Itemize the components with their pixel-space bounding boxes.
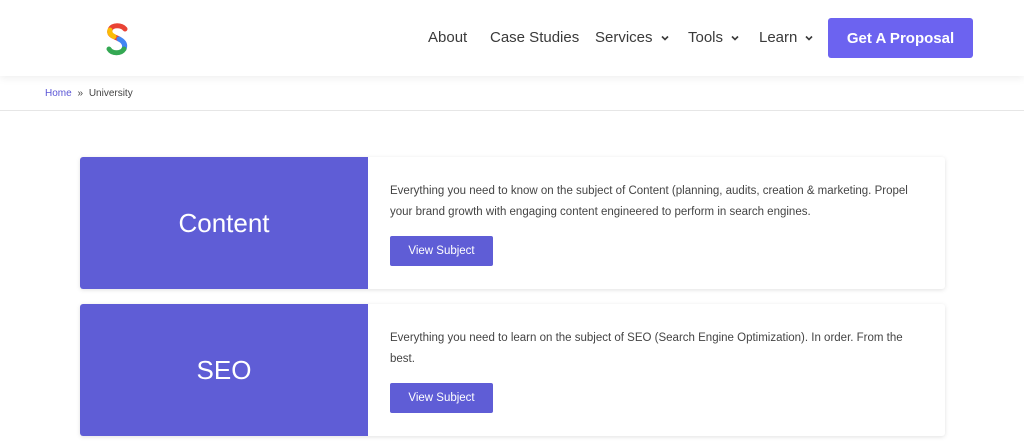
subject-card-banner: SEO bbox=[80, 304, 368, 436]
nav-case-studies[interactable]: Case Studies bbox=[490, 29, 579, 46]
chevron-down-icon bbox=[660, 35, 669, 41]
subject-card-content: Content Everything you need to know on t… bbox=[80, 157, 945, 289]
nav-about-label: About bbox=[428, 29, 468, 46]
chevron-down-icon bbox=[805, 35, 813, 41]
breadcrumb: Home » University bbox=[45, 88, 133, 99]
breadcrumb-bar: Home » University bbox=[0, 76, 1024, 111]
nav-services[interactable]: Services bbox=[595, 29, 670, 46]
subject-card-seo: SEO Everything you need to learn on the … bbox=[80, 304, 945, 436]
nav-services-label: Services bbox=[595, 29, 653, 46]
subject-card-banner: Content bbox=[80, 157, 368, 289]
nav-tools-label: Tools bbox=[688, 29, 724, 46]
subject-title: Content bbox=[178, 207, 270, 238]
subject-title: SEO bbox=[196, 354, 252, 385]
view-subject-button[interactable]: View Subject bbox=[390, 236, 493, 266]
breadcrumb-home-link[interactable]: Home bbox=[45, 88, 72, 99]
subject-description: Everything you need to learn on the subj… bbox=[390, 332, 903, 365]
site-header: About Case Studies Services Tools Learn … bbox=[0, 0, 1024, 76]
nav-learn-label: Learn bbox=[759, 29, 798, 46]
nav-tools[interactable]: Tools bbox=[688, 29, 740, 46]
breadcrumb-separator: » bbox=[77, 88, 84, 99]
nav-learn[interactable]: Learn bbox=[759, 29, 814, 46]
nav-about[interactable]: About bbox=[428, 29, 467, 46]
subject-description: Everything you need to know on the subje… bbox=[390, 185, 908, 218]
chevron-down-icon bbox=[731, 35, 739, 41]
brand-logo-icon[interactable] bbox=[104, 22, 130, 56]
get-proposal-button[interactable]: Get A Proposal bbox=[828, 18, 973, 58]
view-subject-button[interactable]: View Subject bbox=[390, 383, 493, 413]
breadcrumb-current: University bbox=[88, 88, 133, 99]
nav-case-studies-label: Case Studies bbox=[490, 29, 580, 46]
